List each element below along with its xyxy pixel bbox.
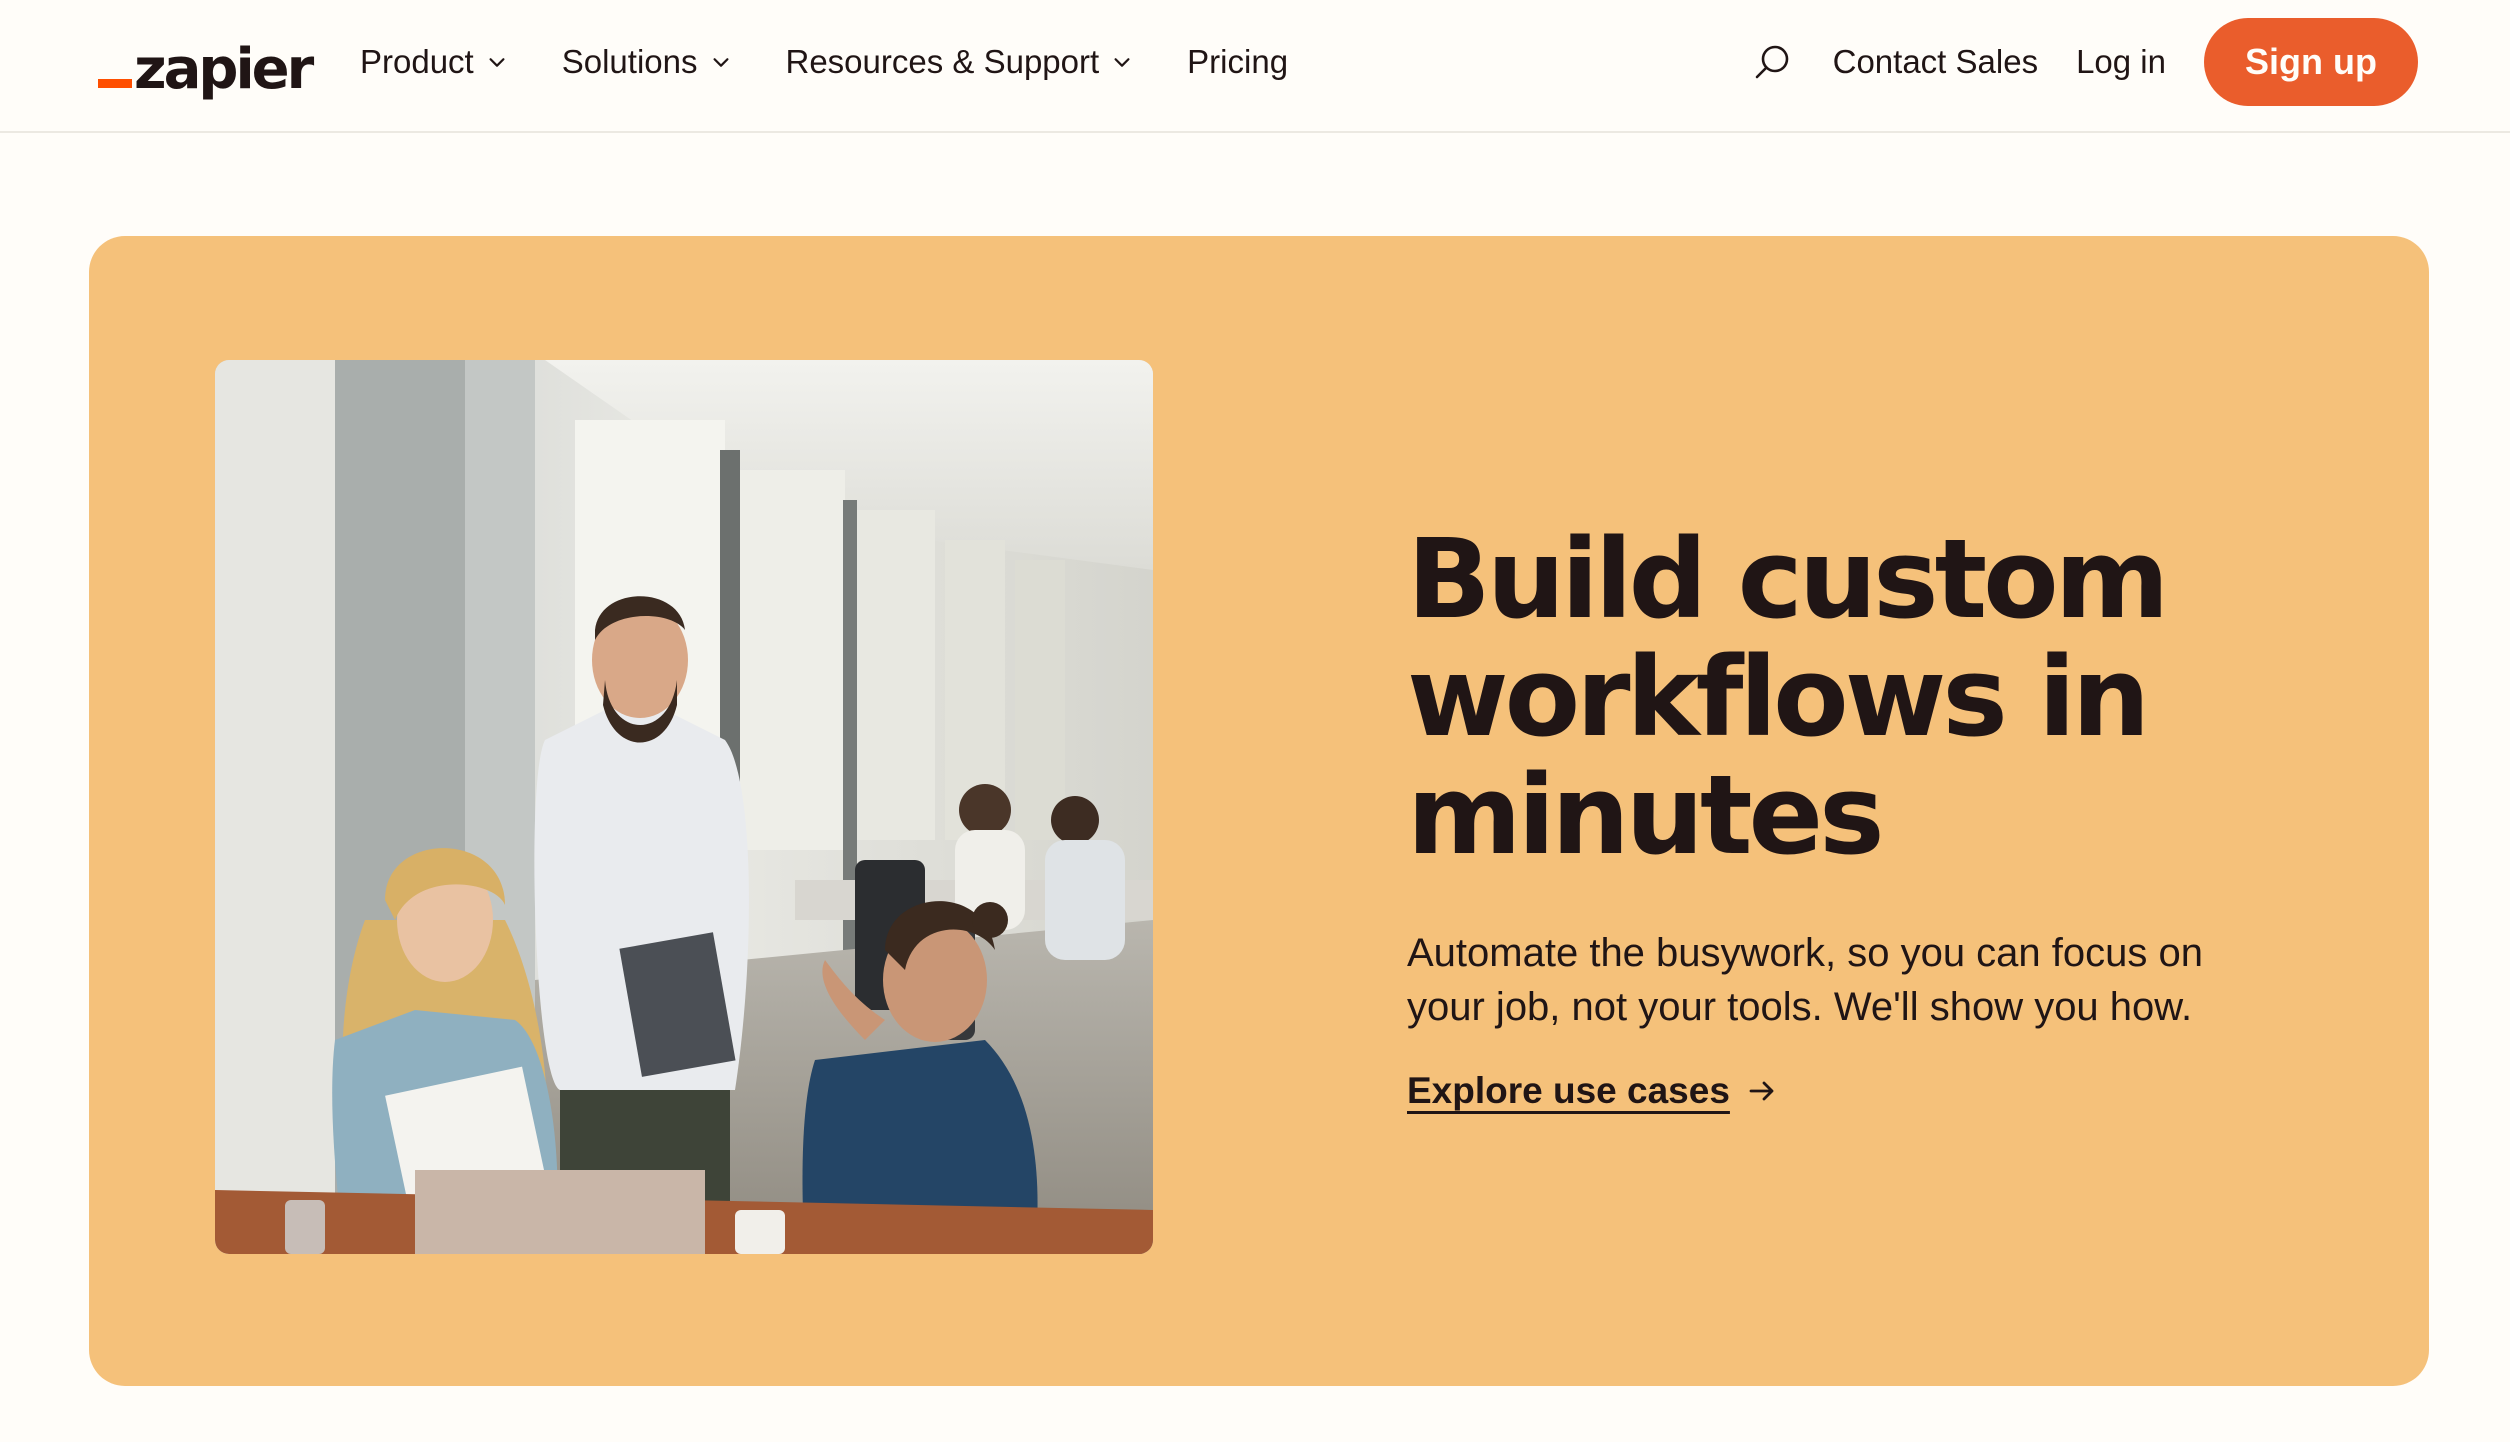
login-link[interactable]: Log in: [2076, 43, 2166, 81]
search-icon: [1755, 45, 1788, 79]
chevron-down-icon: [486, 51, 508, 73]
logo-text: zapier: [134, 37, 314, 102]
arrow-right-icon: [1746, 1075, 1778, 1107]
nav-item-label: Resources & Support: [785, 43, 1100, 80]
main-nav: Product Solutions Resources & Support Pr…: [360, 0, 1342, 124]
nav-item-resources-support[interactable]: Resources & Support: [786, 43, 1134, 81]
search-button[interactable]: [1749, 38, 1797, 86]
nav-item-product[interactable]: Product: [360, 43, 508, 81]
header-actions: Contact Sales Log in Sign up: [1749, 0, 2510, 124]
office-team-meeting-photo: [215, 360, 1153, 1254]
nav-item-label: Pricing: [1187, 43, 1289, 80]
hero-card: Build custom workflows in minutes Automa…: [89, 236, 2429, 1386]
zapier-logo[interactable]: zapier: [98, 28, 314, 102]
site-header: zapier Product Solutions Resources & Sup…: [0, 0, 2510, 133]
hero-subtitle: Automate the busywork, so you can focus …: [1407, 931, 2203, 1029]
hero-title: Build custom workflows in minutes: [1407, 515, 2169, 879]
cta-label: Explore use cases: [1407, 1070, 1730, 1111]
nav-item-solutions[interactable]: Solutions: [562, 43, 732, 81]
chevron-down-icon: [1111, 51, 1133, 73]
chevron-down-icon: [710, 51, 732, 73]
hero-text-block: Build custom workflows in minutes Automa…: [1407, 520, 2367, 1112]
nav-item-label: Product: [360, 43, 474, 80]
signup-button[interactable]: Sign up: [2204, 18, 2418, 106]
nav-item-label: Solutions: [561, 43, 698, 80]
hero-photo: [215, 360, 1153, 1254]
logo-underscore-mark: [98, 79, 132, 88]
explore-use-cases-link[interactable]: Explore use cases: [1407, 1070, 1778, 1112]
nav-item-pricing[interactable]: Pricing: [1187, 43, 1288, 81]
contact-sales-link[interactable]: Contact Sales: [1833, 43, 2038, 81]
